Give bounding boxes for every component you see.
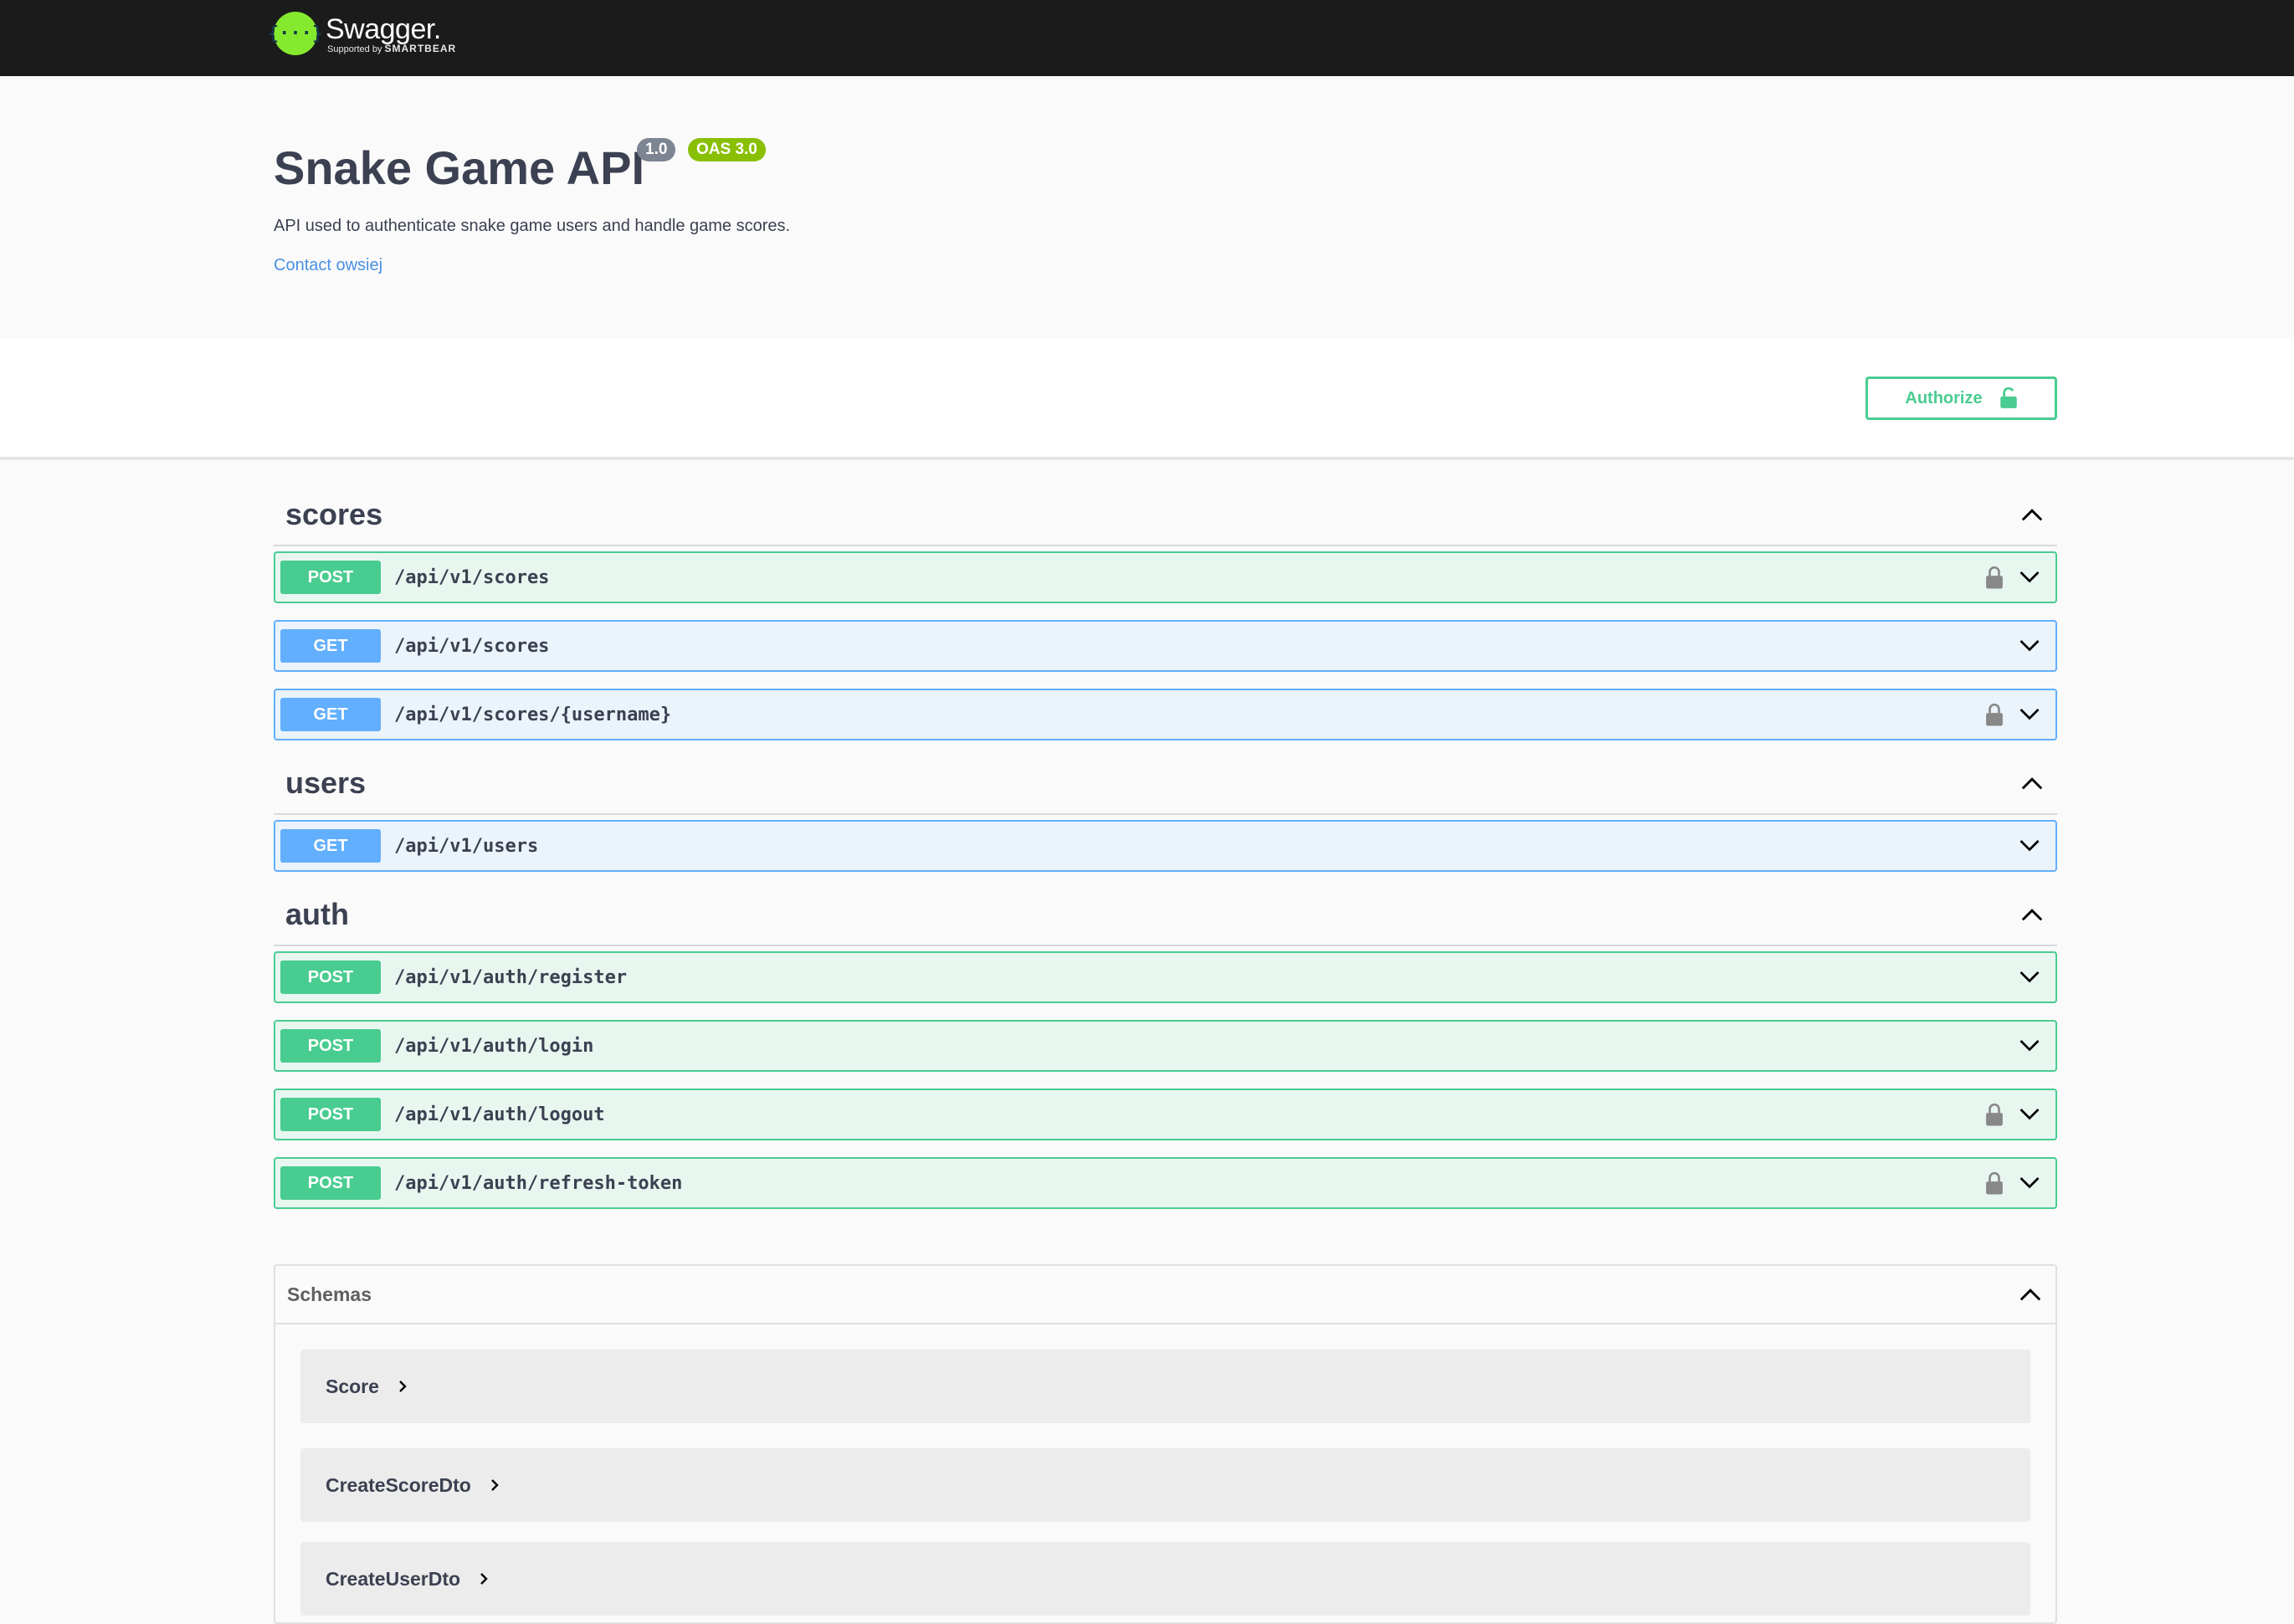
lock-icon[interactable] [1985, 1103, 2004, 1126]
chevron-down-icon[interactable] [2017, 702, 2042, 727]
brand-name: Swagger. [326, 13, 441, 45]
operation-path: /api/v1/auth/login [394, 1035, 594, 1057]
schema-name: Score [326, 1375, 379, 1397]
unlock-icon [1999, 387, 2017, 408]
chevron-down-icon[interactable] [2017, 565, 2042, 590]
operation-post[interactable]: POST/api/v1/auth/register [274, 951, 2057, 1003]
authorize-button[interactable]: Authorize [1865, 377, 2057, 420]
schema-name: CreateUserDto [326, 1567, 461, 1590]
method-badge: POST [280, 561, 381, 594]
operation-post[interactable]: POST/api/v1/auth/login [274, 1020, 2057, 1072]
operation-post[interactable]: POST/api/v1/auth/logout [274, 1089, 2057, 1140]
schemas-title: Schemas [287, 1283, 372, 1305]
operations-container: scores POST/api/v1/scores GET/api/v1/score… [274, 484, 2057, 1624]
schema-item[interactable]: Score [300, 1350, 2030, 1423]
oas-badge: OAS 3.0 [688, 138, 766, 161]
tag-header[interactable]: scores [274, 484, 2057, 546]
contact-link[interactable]: Contact owsiej [274, 256, 382, 275]
operation-get[interactable]: GET/api/v1/scores/{username} [274, 689, 2057, 740]
api-description: API used to authenticate snake game user… [274, 217, 791, 235]
swagger-logo[interactable]: {···} Swagger. Supported by SMARTBEAR [268, 12, 456, 55]
operation-get[interactable]: GET/api/v1/users [274, 820, 2057, 872]
lock-icon[interactable] [1985, 1171, 2004, 1195]
tag-section-users: users GET/api/v1/users [274, 752, 2057, 872]
chevron-up-icon[interactable] [2019, 901, 2045, 928]
tag-name: users [285, 765, 367, 800]
brand-sub: Supported by SMARTBEAR [326, 44, 456, 54]
method-badge: POST [280, 1098, 381, 1131]
chevron-up-icon[interactable] [2017, 1281, 2044, 1308]
swagger-logo-icon: {···} [268, 12, 323, 55]
chevron-down-icon[interactable] [2017, 965, 2042, 990]
operation-path: /api/v1/auth/refresh-token [394, 1172, 683, 1194]
schemas-header[interactable]: Schemas [275, 1266, 2055, 1324]
tag-header[interactable]: auth [274, 884, 2057, 946]
tag-name: auth [285, 896, 349, 931]
operation-path: /api/v1/scores [394, 635, 550, 657]
top-bar: {···} Swagger. Supported by SMARTBEAR [0, 0, 2294, 76]
chevron-down-icon[interactable] [2017, 633, 2042, 658]
operation-post[interactable]: POST/api/v1/auth/refresh-token [274, 1157, 2057, 1209]
operation-post[interactable]: POST/api/v1/scores [274, 551, 2057, 603]
chevron-right-icon [399, 1381, 407, 1392]
authorize-label: Authorize [1905, 388, 1983, 407]
chevron-up-icon[interactable] [2019, 501, 2045, 528]
method-badge: GET [280, 629, 381, 663]
scheme-container: Authorize [0, 339, 2294, 459]
chevron-down-icon[interactable] [2017, 833, 2042, 858]
method-badge: POST [280, 961, 381, 994]
lock-icon[interactable] [1985, 566, 2004, 589]
method-badge: GET [280, 829, 381, 863]
supported-by-label: Supported by [327, 44, 382, 54]
operation-path: /api/v1/auth/logout [394, 1104, 605, 1125]
method-badge: POST [280, 1166, 381, 1200]
schema-name: CreateScoreDto [326, 1473, 471, 1496]
tag-section-scores: scores POST/api/v1/scores GET/api/v1/score… [274, 484, 2057, 740]
method-badge: GET [280, 698, 381, 731]
chevron-right-icon [490, 1479, 499, 1491]
operation-path: /api/v1/scores/{username} [394, 704, 672, 725]
chevron-down-icon[interactable] [2017, 1171, 2042, 1196]
chevron-down-icon[interactable] [2017, 1033, 2042, 1058]
version-badge: 1.0 [637, 138, 676, 161]
schemas-section: Schemas Score CreateScoreDto CreateUserDto [274, 1264, 2057, 1624]
operation-get[interactable]: GET/api/v1/scores [274, 620, 2057, 672]
method-badge: POST [280, 1029, 381, 1063]
api-title: Snake Game API [274, 141, 645, 194]
tag-name: scores [285, 496, 383, 531]
operation-path: /api/v1/auth/register [394, 966, 628, 988]
api-info: Snake Game API 1.0 OAS 3.0 API used to a… [0, 76, 2294, 339]
chevron-right-icon [480, 1573, 488, 1585]
operation-path: /api/v1/scores [394, 566, 550, 588]
chevron-down-icon[interactable] [2017, 1102, 2042, 1127]
supporter-name: SMARTBEAR [384, 42, 457, 54]
chevron-up-icon[interactable] [2019, 770, 2045, 797]
schema-item[interactable]: CreateUserDto [300, 1542, 2030, 1616]
operation-path: /api/v1/users [394, 835, 539, 857]
tag-section-auth: auth POST/api/v1/auth/register POST/api/v1… [274, 884, 2057, 1209]
schema-item[interactable]: CreateScoreDto [300, 1448, 2030, 1522]
lock-icon[interactable] [1985, 703, 2004, 726]
tag-header[interactable]: users [274, 752, 2057, 815]
